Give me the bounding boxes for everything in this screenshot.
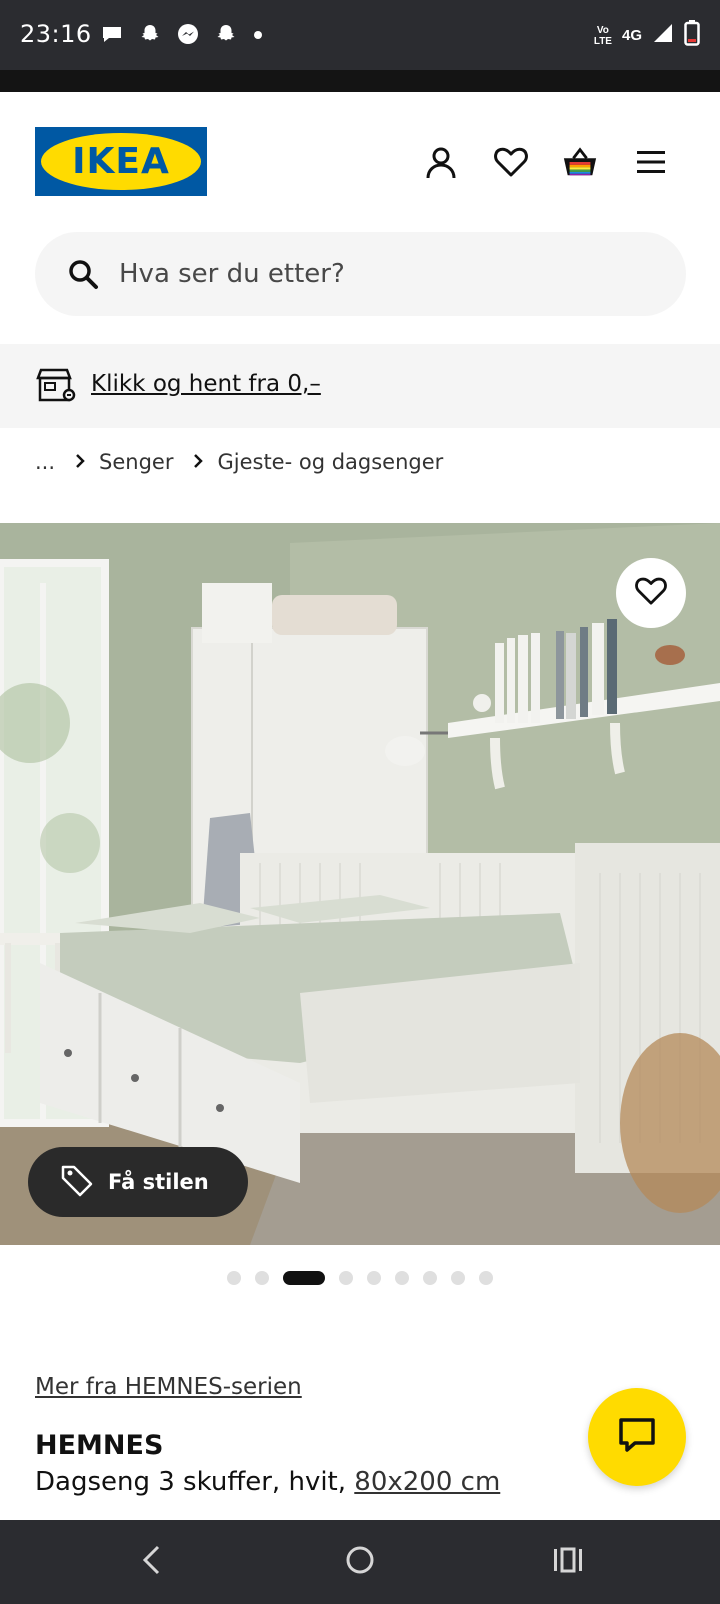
snapchat-icon [138, 22, 162, 51]
shopping-bag-icon[interactable] [562, 144, 598, 180]
carousel-dot[interactable] [255, 1271, 269, 1285]
click-collect-link[interactable]: Klikk og hent fra 0,– [91, 371, 321, 397]
home-icon [344, 1544, 376, 1581]
volte-label: Vo [596, 24, 609, 36]
status-time: 23:16 [20, 20, 92, 48]
product-image[interactable]: Få stilen [0, 523, 720, 1245]
battery-icon [684, 20, 700, 51]
store-pickup-icon [36, 367, 76, 408]
series-link[interactable]: Mer fra HEMNES-serien [35, 1374, 302, 1400]
recents-icon [552, 1546, 584, 1579]
snapchat-icon [214, 22, 238, 51]
search-input[interactable] [119, 232, 659, 316]
account-icon[interactable] [423, 144, 459, 180]
chat-button[interactable] [588, 1388, 686, 1486]
chat-icon [618, 1417, 656, 1458]
menu-icon[interactable] [633, 144, 669, 180]
carousel-dot[interactable] [451, 1271, 465, 1285]
carousel-dot[interactable] [479, 1271, 493, 1285]
bedroom-photo [0, 523, 720, 1245]
dot-icon [252, 28, 264, 46]
carousel-indicator [0, 1271, 720, 1285]
notification-icons [100, 22, 264, 51]
logo-text: IKEA [72, 141, 170, 182]
price-tag-icon [60, 1163, 94, 1202]
back-icon [140, 1544, 164, 1581]
messenger-icon [176, 22, 200, 51]
network-label: 4G [621, 27, 642, 44]
breadcrumb: ... Senger Gjeste- og dagsenger [35, 450, 443, 474]
breadcrumb-item-gjeste-dagsenger[interactable]: Gjeste- og dagsenger [217, 450, 443, 474]
get-the-look-label: Få stilen [108, 1170, 209, 1194]
breadcrumb-item-senger[interactable]: Senger [99, 450, 173, 474]
product-size-link[interactable]: 80x200 cm [354, 1467, 500, 1497]
carousel-dot[interactable] [227, 1271, 241, 1285]
carousel-dot[interactable] [395, 1271, 409, 1285]
get-the-look-button[interactable]: Få stilen [28, 1147, 248, 1217]
lte-label: LTE [593, 35, 612, 47]
volte-indicator: Vo LTE [594, 25, 612, 47]
carousel-dot[interactable] [339, 1271, 353, 1285]
breadcrumb-ellipsis[interactable]: ... [35, 450, 55, 474]
site-header: IKEA [0, 92, 720, 222]
carousel-dot[interactable] [423, 1271, 437, 1285]
status-bar: 23:16 Vo LTE 4G [0, 0, 720, 70]
browser-toolbar-strip [0, 70, 720, 92]
add-to-favourites-button[interactable] [616, 558, 686, 628]
home-button[interactable] [338, 1540, 382, 1584]
chat-bubble-icon [100, 22, 124, 51]
logo-oval: IKEA [41, 133, 201, 190]
ikea-logo[interactable]: IKEA [35, 127, 207, 196]
product-description-text: Dagseng 3 skuffer, hvit, [35, 1467, 355, 1497]
system-navigation-bar [0, 1520, 720, 1604]
status-right: Vo LTE 4G [594, 20, 700, 51]
chevron-right-icon [75, 450, 85, 474]
product-name: HEMNES [35, 1430, 164, 1461]
carousel-dot-active[interactable] [283, 1271, 325, 1285]
carousel-dot[interactable] [367, 1271, 381, 1285]
favourites-icon[interactable] [493, 144, 529, 180]
signal-icon [652, 22, 674, 49]
back-button[interactable] [130, 1540, 174, 1584]
search-icon [67, 258, 99, 290]
click-collect-banner: Klikk og hent fra 0,– [0, 344, 720, 428]
product-description: Dagseng 3 skuffer, hvit, 80x200 cm [35, 1467, 500, 1497]
recents-button[interactable] [546, 1540, 590, 1584]
heart-icon [635, 576, 667, 611]
search-bar[interactable] [35, 232, 686, 316]
chevron-right-icon [193, 450, 204, 474]
